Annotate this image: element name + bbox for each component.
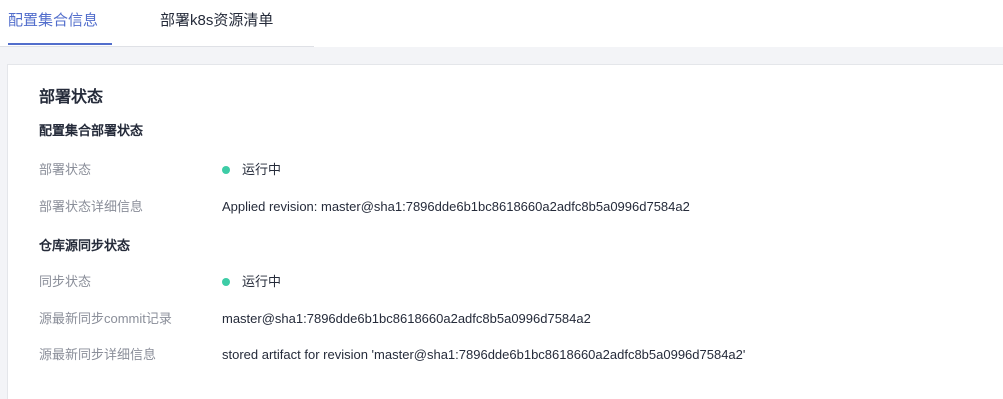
sync-status-text: 运行中 [242,274,282,289]
deploy-status-label: 部署状态 [39,162,92,177]
deploy-status-text: 运行中 [242,162,282,177]
latest-commit-value: master@sha1:7896dde6b1bc8618660a2adfc8b5… [222,311,591,326]
deploy-status-value: 运行中 [222,161,281,179]
tab-k8s-resource-list[interactable]: 部署k8s资源清单 [160,10,273,32]
deploy-detail-label: 部署状态详细信息 [39,199,144,214]
running-status-dot-icon [222,166,230,174]
tab-config-set-info[interactable]: 配置集合信息 [8,10,98,32]
latest-commit-label: 源最新同步commit记录 [39,311,172,326]
sync-status-value: 运行中 [222,273,281,291]
tab-bar: 配置集合信息 部署k8s资源清单 [0,0,314,47]
running-status-dot-icon [222,278,230,286]
deploy-detail-value: Applied revision: master@sha1:7896dde6b1… [222,199,690,214]
config-deploy-status-subheading: 配置集合部署状态 [39,123,144,138]
latest-sync-detail-value: stored artifact for revision 'master@sha… [222,347,746,362]
repo-sync-status-subheading: 仓库源同步状态 [39,238,131,253]
active-tab-indicator [8,43,112,45]
latest-sync-detail-label: 源最新同步详细信息 [39,347,157,362]
deploy-status-heading: 部署状态 [39,89,104,106]
sync-status-label: 同步状态 [39,274,92,289]
